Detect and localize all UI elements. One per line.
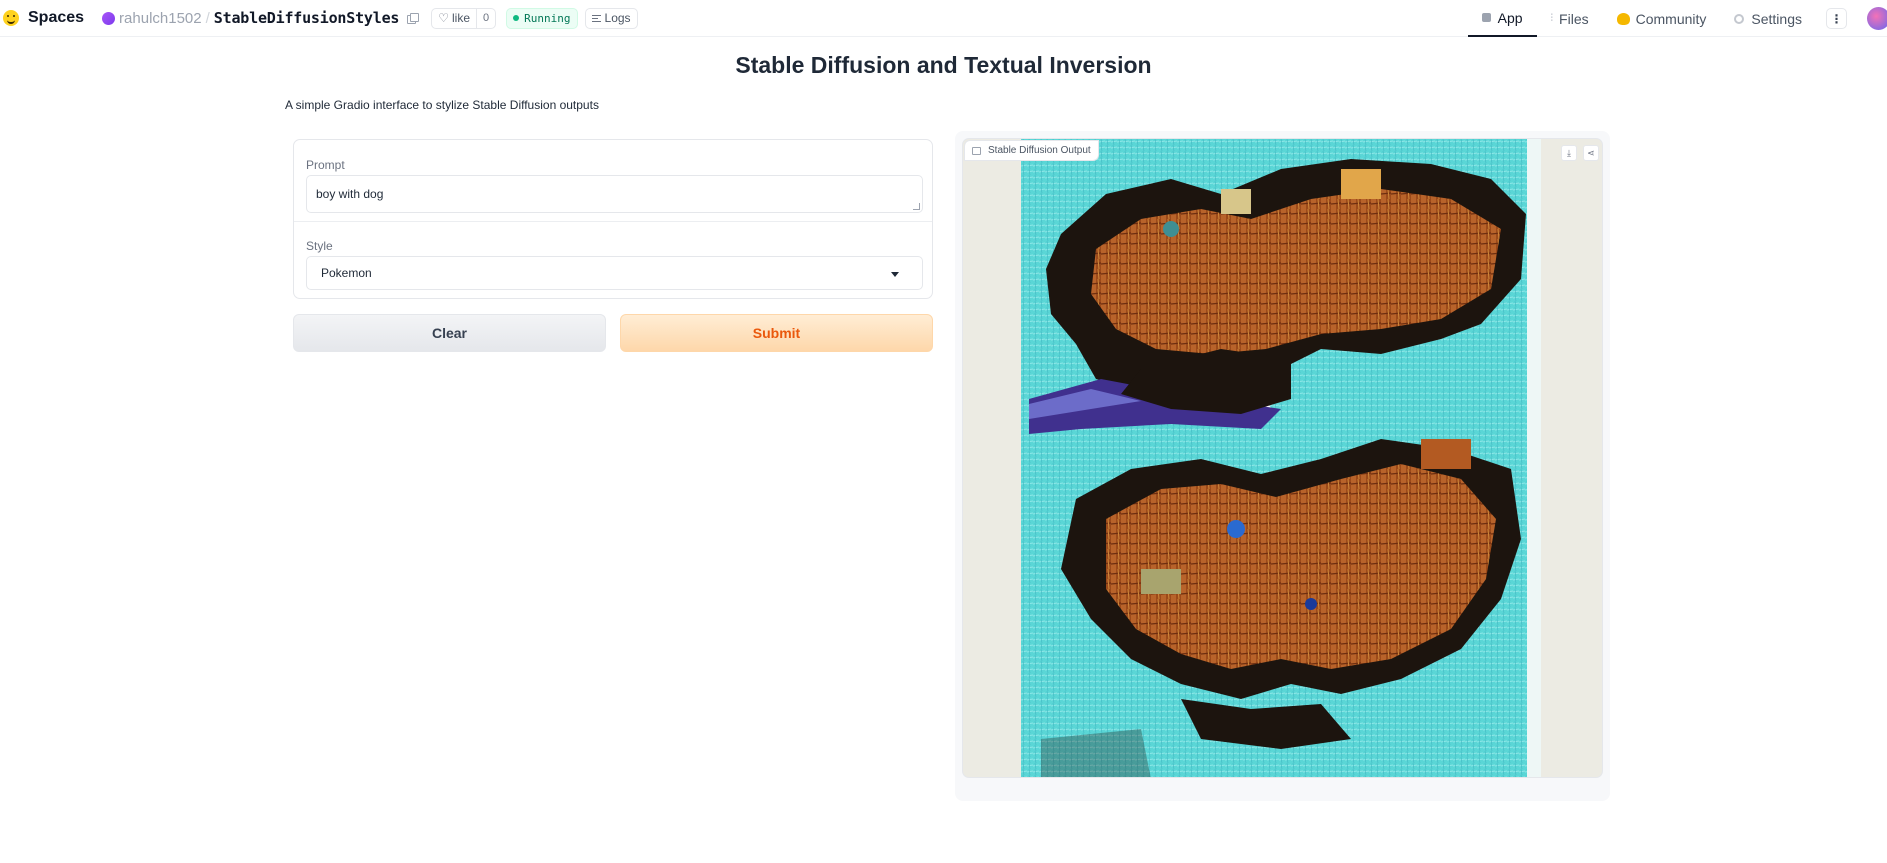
input-panel: Prompt boy with dog Style Pokemon Clear … [287,131,939,355]
top-navbar: Spaces rahulch1502 / StableDiffusionStyl… [0,0,1887,37]
tab-files-label: Files [1559,10,1589,27]
more-options-button[interactable]: ⋮ [1826,8,1847,29]
like-label: like [452,11,471,25]
repo-breadcrumb: rahulch1502 / StableDiffusionStyles [102,9,420,27]
caret-down-icon [891,272,899,277]
page-description: A simple Gradio interface to stylize Sta… [285,98,599,112]
like-widget: ♡ like 0 [431,7,497,29]
tab-community-label: Community [1635,10,1707,27]
heart-icon: ♡ [438,11,450,25]
copy-icon[interactable] [407,12,420,24]
form-divider [294,221,932,222]
share-button[interactable]: ⋖ [1583,145,1599,161]
prompt-value: boy with dog [316,187,384,201]
community-icon [1616,12,1630,25]
prompt-textarea[interactable]: boy with dog [306,175,923,213]
input-form: Prompt boy with dog Style Pokemon [293,139,933,299]
spaces-home-link[interactable]: Spaces [3,9,84,27]
like-button[interactable]: ♡ like [432,9,476,28]
logs-button[interactable]: Logs [584,7,638,29]
tab-app-label: App [1497,9,1523,26]
tab-settings[interactable]: Settings [1720,0,1816,37]
output-image-container: Stable Diffusion Output ⤓ ⋖ [962,138,1603,778]
tab-settings-label: Settings [1751,10,1802,27]
owner-link[interactable]: rahulch1502 [119,10,202,27]
settings-icon [1734,13,1745,24]
user-avatar[interactable] [1867,7,1887,30]
breadcrumb-separator: / [205,9,210,27]
like-count[interactable]: 0 [476,8,495,28]
output-label-text: Stable Diffusion Output [988,145,1091,156]
hugging-face-logo-icon [3,10,19,26]
logs-icon [591,14,601,22]
resize-handle-icon[interactable] [913,203,920,210]
tab-app[interactable]: App [1467,0,1537,37]
repo-name-link[interactable]: StableDiffusionStyles [214,9,400,27]
style-label: Style [306,239,333,253]
generated-image [1021,139,1541,777]
submit-button[interactable]: Submit [620,314,933,352]
files-icon: ⫶ [1550,13,1554,24]
output-label: Stable Diffusion Output [964,140,1099,161]
style-value: Pokemon [321,266,372,280]
owner-avatar [102,11,116,25]
status-text: Running [524,11,571,25]
logs-label: Logs [604,11,631,25]
app-icon [1481,13,1491,22]
download-button[interactable]: ⤓ [1561,145,1577,161]
tab-files[interactable]: ⫶ Files [1537,0,1603,37]
download-icon: ⤓ [1567,147,1571,158]
style-dropdown[interactable]: Pokemon [306,256,923,290]
nav-tabs: App ⫶ Files Community Settings ⋮ [1467,0,1887,37]
brand-name: Spaces [28,9,85,26]
tab-community[interactable]: Community [1603,0,1721,37]
status-dot-icon [513,15,520,21]
status-badge[interactable]: Running [506,7,578,29]
output-panel: Stable Diffusion Output ⤓ ⋖ [955,131,1610,801]
prompt-label: Prompt [306,158,345,172]
more-vertical-icon: ⋮ [1830,11,1843,26]
share-icon: ⋖ [1587,147,1595,158]
page-title: Stable Diffusion and Textual Inversion [735,52,1152,78]
image-icon [972,146,981,155]
clear-button[interactable]: Clear [293,314,606,352]
